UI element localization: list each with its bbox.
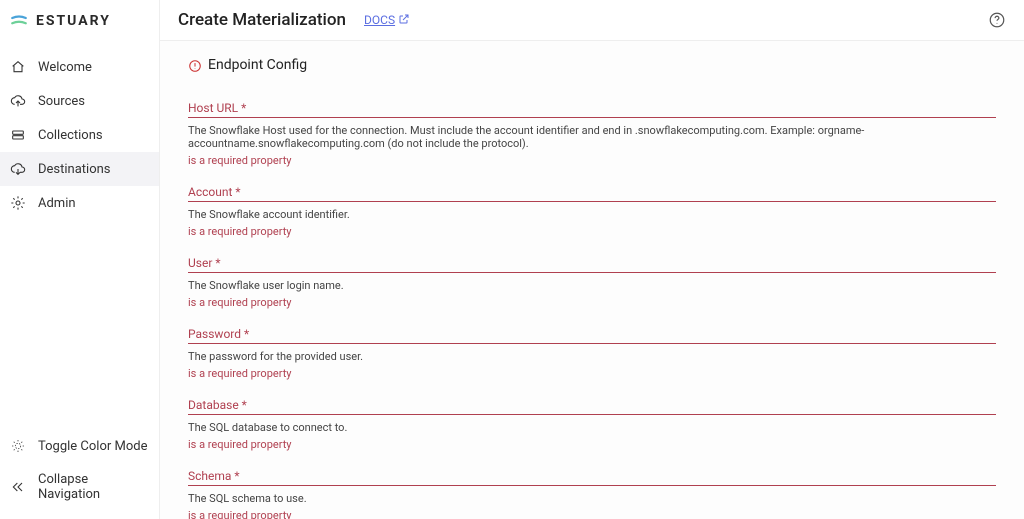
- collapse-navigation[interactable]: Collapse Navigation: [0, 463, 159, 511]
- sidebar-item-label: Destinations: [38, 162, 111, 177]
- field-label-user[interactable]: User *: [188, 256, 996, 273]
- main: Create Materialization DOCS: [160, 0, 1024, 519]
- chevrons-left-icon: [10, 479, 26, 495]
- field-host-url: Host URL * The Snowflake Host used for t…: [188, 101, 996, 167]
- field-desc: The password for the provided user.: [188, 350, 996, 363]
- field-desc: The SQL schema to use.: [188, 492, 996, 505]
- field-label-database[interactable]: Database *: [188, 398, 996, 415]
- field-error: is a required property: [188, 367, 996, 380]
- nav-items: Welcome Sources Collections: [0, 50, 159, 429]
- content: Endpoint Config Host URL * The Snowflake…: [160, 41, 1024, 519]
- external-link-icon: [398, 13, 410, 28]
- header: Create Materialization DOCS: [160, 0, 1024, 41]
- field-label-account[interactable]: Account *: [188, 185, 996, 202]
- docs-label: DOCS: [364, 13, 395, 27]
- sidebar-bottom-label: Collapse Navigation: [38, 472, 149, 502]
- sidebar: ESTUARY Welcome Sources: [0, 0, 160, 519]
- sidebar-bottom-label: Toggle Color Mode: [38, 439, 148, 454]
- sidebar-item-admin[interactable]: Admin: [0, 186, 159, 220]
- sidebar-item-welcome[interactable]: Welcome: [0, 50, 159, 84]
- field-error: is a required property: [188, 154, 996, 167]
- field-password: Password * The password for the provided…: [188, 327, 996, 380]
- sidebar-item-label: Welcome: [38, 60, 92, 75]
- field-label-schema[interactable]: Schema *: [188, 469, 996, 486]
- field-user: User * The Snowflake user login name. is…: [188, 256, 996, 309]
- field-error: is a required property: [188, 509, 996, 519]
- field-error: is a required property: [188, 225, 996, 238]
- estuary-logo-icon: [10, 12, 28, 30]
- field-label-password[interactable]: Password *: [188, 327, 996, 344]
- field-label-host-url[interactable]: Host URL *: [188, 101, 996, 118]
- logo-area: ESTUARY: [0, 0, 159, 42]
- sidebar-item-label: Sources: [38, 94, 85, 109]
- brand-name: ESTUARY: [36, 13, 111, 29]
- sidebar-item-label: Admin: [38, 196, 76, 211]
- field-error: is a required property: [188, 438, 996, 451]
- section-header: Endpoint Config: [188, 57, 996, 73]
- page-title: Create Materialization: [178, 10, 346, 30]
- sidebar-item-collections[interactable]: Collections: [0, 118, 159, 152]
- toggle-color-mode[interactable]: Toggle Color Mode: [0, 429, 159, 463]
- section-title: Endpoint Config: [208, 57, 307, 73]
- sidebar-item-sources[interactable]: Sources: [0, 84, 159, 118]
- database-icon: [10, 127, 26, 143]
- field-schema: Schema * The SQL schema to use. is a req…: [188, 469, 996, 519]
- field-desc: The Snowflake Host used for the connecti…: [188, 124, 996, 150]
- sidebar-item-destinations[interactable]: Destinations: [0, 152, 159, 186]
- gear-icon: [10, 195, 26, 211]
- field-desc: The Snowflake account identifier.: [188, 208, 996, 221]
- alert-icon: [188, 58, 202, 72]
- field-account: Account * The Snowflake account identifi…: [188, 185, 996, 238]
- field-database: Database * The SQL database to connect t…: [188, 398, 996, 451]
- sun-icon: [10, 438, 26, 454]
- sidebar-bottom: Toggle Color Mode Collapse Navigation: [0, 429, 159, 519]
- docs-link[interactable]: DOCS: [364, 13, 410, 28]
- cloud-upload-icon: [10, 93, 26, 109]
- sidebar-item-label: Collections: [38, 128, 103, 143]
- home-icon: [10, 59, 26, 75]
- cloud-download-icon: [10, 161, 26, 177]
- field-desc: The SQL database to connect to.: [188, 421, 996, 434]
- field-desc: The Snowflake user login name.: [188, 279, 996, 292]
- help-icon[interactable]: [988, 11, 1006, 29]
- field-error: is a required property: [188, 296, 996, 309]
